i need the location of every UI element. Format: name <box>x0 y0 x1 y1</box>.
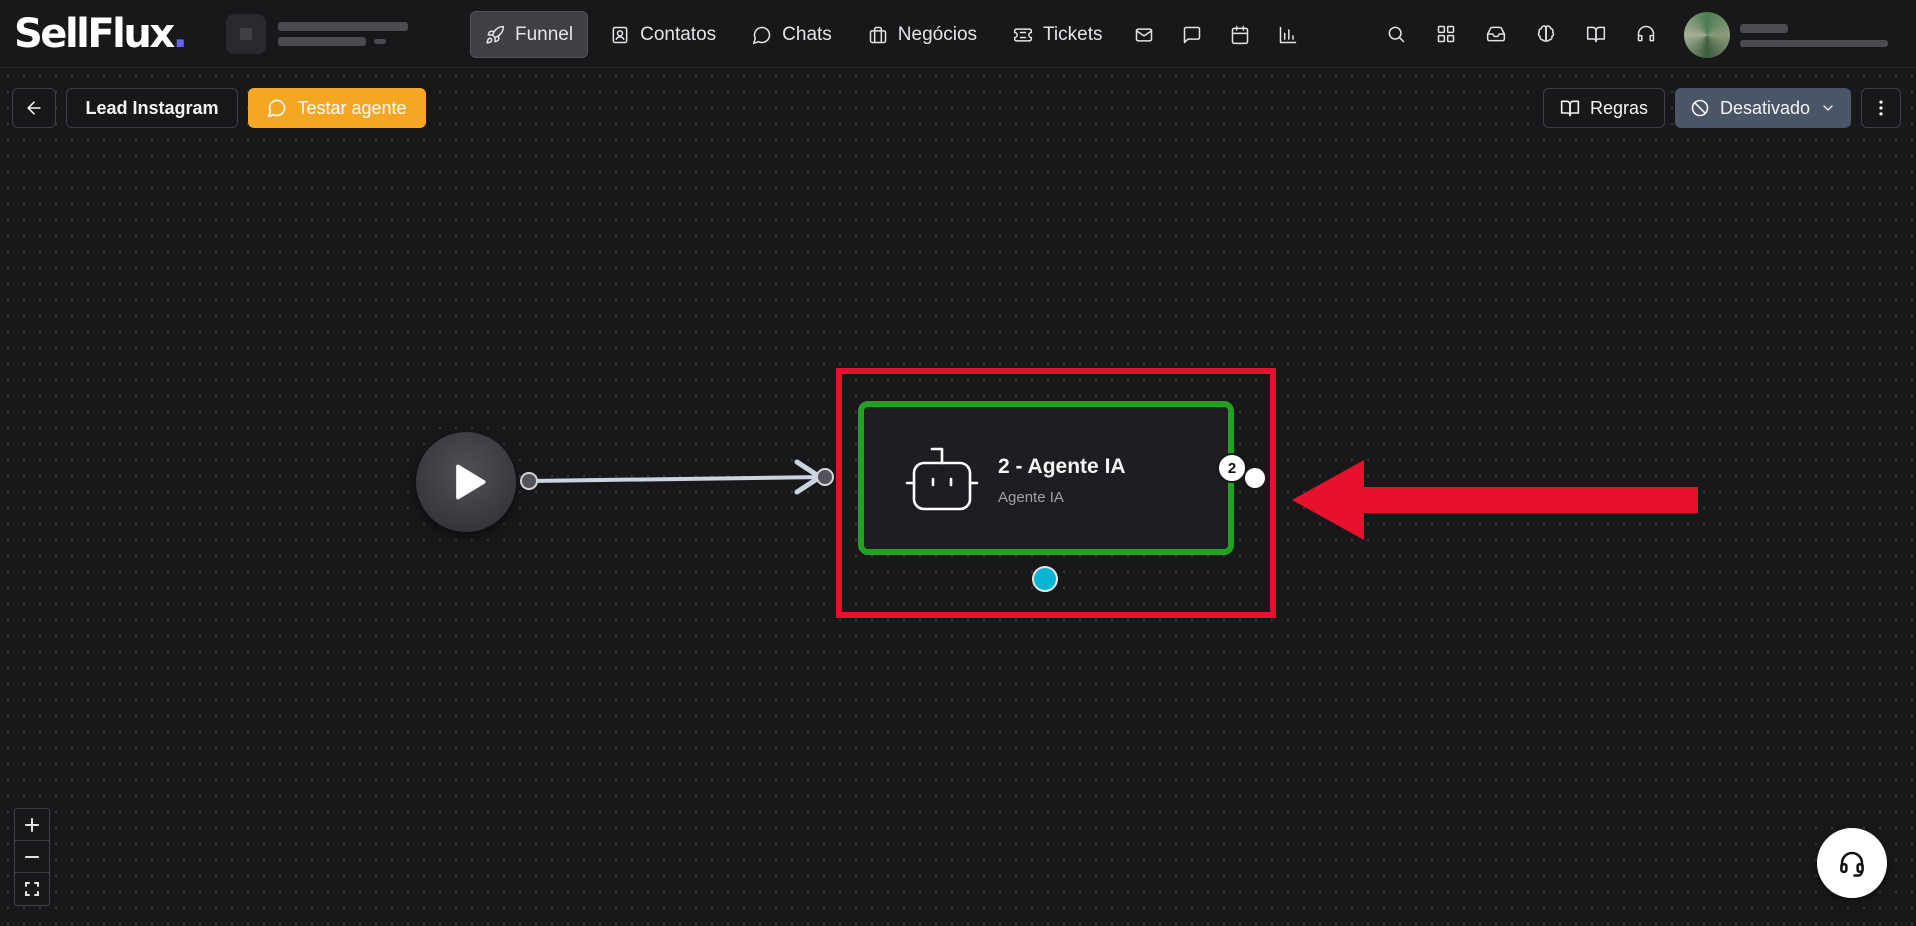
agent-input-handle[interactable] <box>816 468 834 486</box>
brain-icon <box>1537 25 1555 42</box>
flow-canvas[interactable]: Lead Instagram Testar agente Regras Desa… <box>0 68 1916 926</box>
inbox-icon <box>1486 26 1506 42</box>
chat-bubble-icon <box>268 99 286 118</box>
calendar-icon <box>1232 25 1249 44</box>
nav-calendar[interactable] <box>1220 11 1260 58</box>
annotation-arrow <box>1292 460 1698 540</box>
agent-output-handle[interactable] <box>1245 468 1265 488</box>
flow-name-button[interactable]: Lead Instagram <box>66 88 238 128</box>
nav-label: Funnel <box>515 23 574 45</box>
play-icon <box>456 464 486 500</box>
status-label: Desativado <box>1719 97 1811 118</box>
back-button[interactable] <box>12 88 56 128</box>
headset-icon <box>1637 25 1655 42</box>
node-index-badge: 2 <box>1217 453 1247 483</box>
zoom-out-button[interactable] <box>15 841 49 873</box>
nav-chats[interactable]: Chats <box>738 11 846 58</box>
docs-button[interactable] <box>1576 14 1616 54</box>
rules-label: Regras <box>1589 97 1649 118</box>
nav-tickets[interactable]: Tickets <box>999 11 1116 58</box>
workspace-avatar <box>226 14 266 54</box>
zoom-in-button[interactable] <box>15 809 49 841</box>
ban-icon <box>1691 99 1709 117</box>
more-vertical-icon <box>1879 100 1883 116</box>
edge-start-to-agent[interactable] <box>527 475 827 483</box>
apps-button[interactable] <box>1426 14 1466 54</box>
nav-email[interactable] <box>1124 11 1164 58</box>
robot-icon <box>905 447 979 511</box>
minus-icon <box>25 855 39 858</box>
agent-node-title: 2 - Agente IA <box>998 455 1126 478</box>
agent-bottom-handle[interactable] <box>1032 566 1058 592</box>
workspace-name-redacted <box>278 22 408 46</box>
support-chat-button[interactable] <box>1817 828 1887 898</box>
more-options-button[interactable] <box>1861 88 1901 128</box>
nav-label: Negócios <box>897 23 978 45</box>
zoom-controls <box>14 808 50 906</box>
nav-contatos[interactable]: Contatos <box>596 11 730 58</box>
book-open-icon <box>1560 100 1580 117</box>
nav-messages[interactable] <box>1172 11 1212 58</box>
nav-negocios[interactable]: Negócios <box>854 11 991 58</box>
ai-brain-button[interactable] <box>1526 14 1566 54</box>
chat-bubble-icon <box>753 26 771 44</box>
avatar <box>1684 12 1730 58</box>
message-square-icon <box>1184 26 1201 43</box>
plus-icon <box>25 817 39 832</box>
workspace-selector[interactable] <box>226 12 436 56</box>
book-open-icon <box>1586 26 1606 43</box>
headset-icon <box>1840 851 1864 877</box>
mail-icon <box>1136 27 1153 42</box>
apps-grid-icon <box>1437 25 1455 43</box>
fit-view-button[interactable] <box>15 873 49 905</box>
user-menu[interactable] <box>1684 12 1894 58</box>
user-info-redacted <box>1740 23 1888 47</box>
sellflux-logo[interactable]: SellFlux. <box>14 11 188 57</box>
header-actions <box>1376 14 1666 54</box>
flow-name: Lead Instagram <box>85 97 219 118</box>
nav-reports[interactable] <box>1268 11 1308 58</box>
logo-text: SellFlux <box>14 11 175 57</box>
test-agent-label: Testar agente <box>297 97 407 118</box>
nav-label: Chats <box>782 23 832 45</box>
bar-chart-icon <box>1280 26 1297 43</box>
test-agent-button[interactable]: Testar agente <box>248 88 426 128</box>
rules-button[interactable]: Regras <box>1543 88 1665 128</box>
contact-icon <box>612 26 628 43</box>
rocket-icon <box>486 25 505 44</box>
nav-label: Contatos <box>640 23 717 45</box>
status-dropdown[interactable]: Desativado <box>1675 88 1851 128</box>
logo-dot: . <box>172 11 188 57</box>
inbox-button[interactable] <box>1476 14 1516 54</box>
chevron-down-icon <box>1823 105 1833 111</box>
search-icon <box>1388 26 1405 43</box>
search-button[interactable] <box>1376 14 1416 54</box>
fullscreen-icon <box>25 882 39 896</box>
start-output-handle[interactable] <box>520 472 538 490</box>
agent-ia-node[interactable]: 2 - Agente IA Agente IA <box>858 401 1234 555</box>
briefcase-icon <box>869 26 887 43</box>
top-navigation-bar: SellFlux. Funnel Contatos Chats Negócios <box>0 0 1916 68</box>
main-nav: Funnel Contatos Chats Negócios Tickets <box>470 11 1308 58</box>
support-header-button[interactable] <box>1626 14 1666 54</box>
nav-label: Tickets <box>1043 23 1103 45</box>
start-node[interactable] <box>416 432 516 532</box>
ticket-icon <box>1013 27 1033 42</box>
agent-node-subtitle: Agente IA <box>998 489 1064 506</box>
arrow-left-icon <box>27 101 41 115</box>
nav-funnel[interactable]: Funnel <box>470 11 589 58</box>
